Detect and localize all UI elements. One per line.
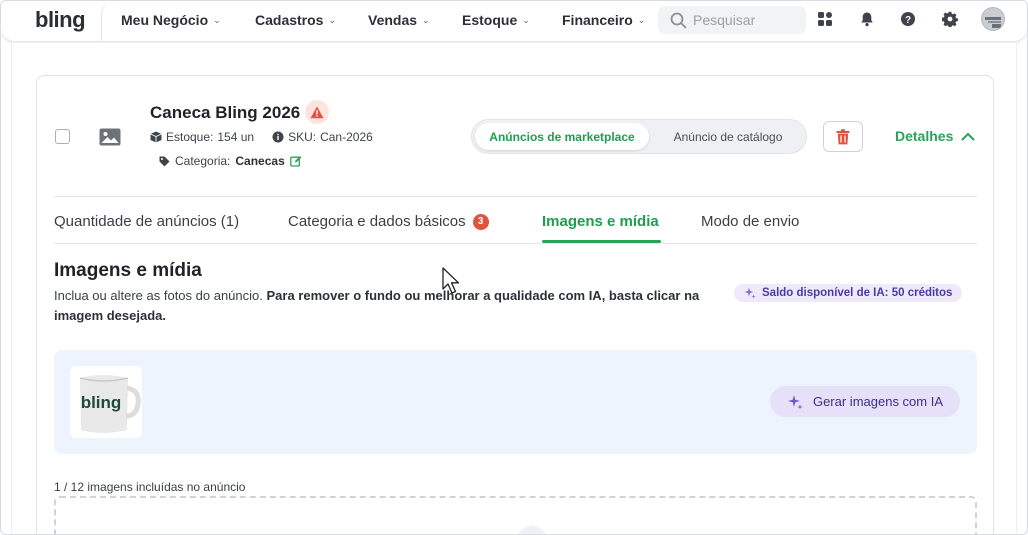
app-window: bling Meu Negócio ⌄ Cadastros ⌄ Vendas ⌄ Es…	[0, 0, 1028, 535]
image-count: 1 / 12 imagens incluídas no anúncio	[54, 480, 246, 494]
nav-vendas[interactable]: Vendas ⌄	[368, 12, 430, 28]
tab-label: Modo de envio	[701, 213, 800, 230]
avatar[interactable]	[981, 7, 1005, 31]
info-icon	[272, 131, 284, 143]
sku-value: Can-2026	[320, 130, 373, 144]
mug-image: bling	[70, 366, 142, 438]
search-box[interactable]	[658, 6, 806, 34]
image-drop-zone[interactable]	[54, 496, 977, 534]
chevron-down-icon: ⌄	[522, 14, 530, 25]
chevron-down-icon: ⌄	[422, 14, 430, 25]
tab-shipping-mode[interactable]: Modo de envio	[701, 213, 799, 230]
product-meta: Estoque: 154 un SKU: Can-2026	[150, 130, 373, 144]
chevron-down-icon: ⌄	[213, 14, 221, 25]
trash-icon	[836, 128, 850, 144]
tab-category-basic-data[interactable]: Categoria e dados básicos 3	[288, 213, 489, 230]
product-image-thumbnail[interactable]: bling	[70, 366, 142, 438]
nav-label: Meu Negócio	[121, 12, 209, 28]
search-input[interactable]	[693, 12, 803, 28]
top-nav: bling Meu Negócio ⌄ Cadastros ⌄ Vendas ⌄ Es…	[1, 1, 1027, 42]
edit-icon[interactable]	[289, 155, 302, 167]
sparkle-icon	[744, 287, 756, 299]
section-title: Imagens e mídia	[54, 260, 202, 281]
marketplace-listings-tab[interactable]: Anúncios de marketplace	[475, 123, 649, 150]
warning-icon	[310, 106, 324, 118]
product-category: Categoria: Canecas	[159, 154, 302, 168]
generate-ai-label: Gerar imagens com IA	[812, 394, 944, 409]
tab-error-count-badge: 3	[472, 213, 489, 230]
nav-cadastros[interactable]: Cadastros ⌄	[255, 12, 336, 28]
nav-label: Vendas	[368, 12, 418, 28]
description-text: Inclua ou altere as fotos do anúncio.	[54, 288, 263, 303]
delete-button[interactable]	[823, 121, 863, 152]
sparkle-icon	[787, 394, 803, 409]
image-placeholder-icon	[99, 128, 121, 146]
tab-bar: Quantidade de anúncios (1) Categoria e d…	[54, 197, 977, 244]
bell-icon[interactable]	[859, 11, 875, 27]
product-title[interactable]: Caneca Bling 2026	[150, 103, 300, 123]
nav-label: Estoque	[462, 12, 518, 28]
svg-text:?: ?	[905, 15, 911, 26]
tab-label: Quantidade de anúncios (1)	[54, 213, 240, 230]
apps-icon[interactable]	[817, 11, 833, 27]
user-avatar-icon	[985, 17, 1001, 28]
nav-meu-negocio[interactable]: Meu Negócio ⌄	[121, 12, 221, 28]
tab-images-media[interactable]: Imagens e mídia	[542, 213, 659, 230]
logo[interactable]: bling	[35, 7, 86, 33]
page-content: Caneca Bling 2026 Estoque: 154 un SKU: C…	[11, 43, 1017, 534]
generate-ai-images-button[interactable]: Gerar imagens com IA	[770, 386, 960, 417]
details-label: Detalhes	[895, 128, 954, 144]
tab-listing-quantity[interactable]: Quantidade de anúncios (1)	[54, 213, 239, 230]
chevron-down-icon: ⌄	[328, 14, 337, 25]
category-label: Categoria:	[175, 154, 231, 168]
mouse-cursor-icon	[442, 267, 460, 294]
svg-text:bling: bling	[81, 393, 122, 412]
logo-divider	[101, 1, 119, 42]
upload-icon	[516, 526, 548, 534]
ai-credit-text: Saldo disponível de IA: 50 créditos	[762, 287, 953, 299]
nav-estoque[interactable]: Estoque ⌄	[462, 12, 530, 28]
nav-label: Cadastros	[255, 12, 324, 28]
category-value: Canecas	[235, 154, 285, 168]
search-icon	[670, 12, 687, 28]
tab-label: Categoria e dados básicos	[288, 213, 466, 230]
stock-label: Estoque:	[166, 130, 214, 144]
tag-icon	[159, 156, 170, 166]
select-checkbox[interactable]	[55, 129, 70, 144]
media-area: bling Gerar imagens com IA	[54, 350, 977, 454]
chevron-up-icon	[961, 132, 975, 140]
chevron-down-icon: ⌄	[637, 14, 646, 25]
stock-value: 154 un	[217, 130, 255, 144]
box-icon	[150, 131, 162, 143]
section-description: Inclua ou altere as fotos do anúncio. Pa…	[54, 286, 704, 326]
sku-label: SKU:	[288, 130, 317, 144]
active-tab-indicator	[542, 240, 661, 243]
help-icon[interactable]: ?	[900, 11, 916, 27]
tab-label: Imagens e mídia	[542, 213, 659, 230]
listing-type-toggle: Anúncios de marketplace Anúncio de catál…	[471, 119, 807, 154]
catalog-listing-tab[interactable]: Anúncio de catálogo	[652, 123, 804, 150]
ai-credit-badge: Saldo disponível de IA: 50 créditos	[734, 284, 963, 302]
nav-label: Financeiro	[562, 12, 633, 28]
product-card: Caneca Bling 2026 Estoque: 154 un SKU: C…	[36, 75, 994, 534]
details-toggle[interactable]: Detalhes	[895, 128, 975, 144]
gear-icon[interactable]	[942, 11, 958, 27]
warning-badge[interactable]	[305, 100, 329, 124]
nav-financeiro[interactable]: Financeiro ⌄	[562, 12, 645, 28]
